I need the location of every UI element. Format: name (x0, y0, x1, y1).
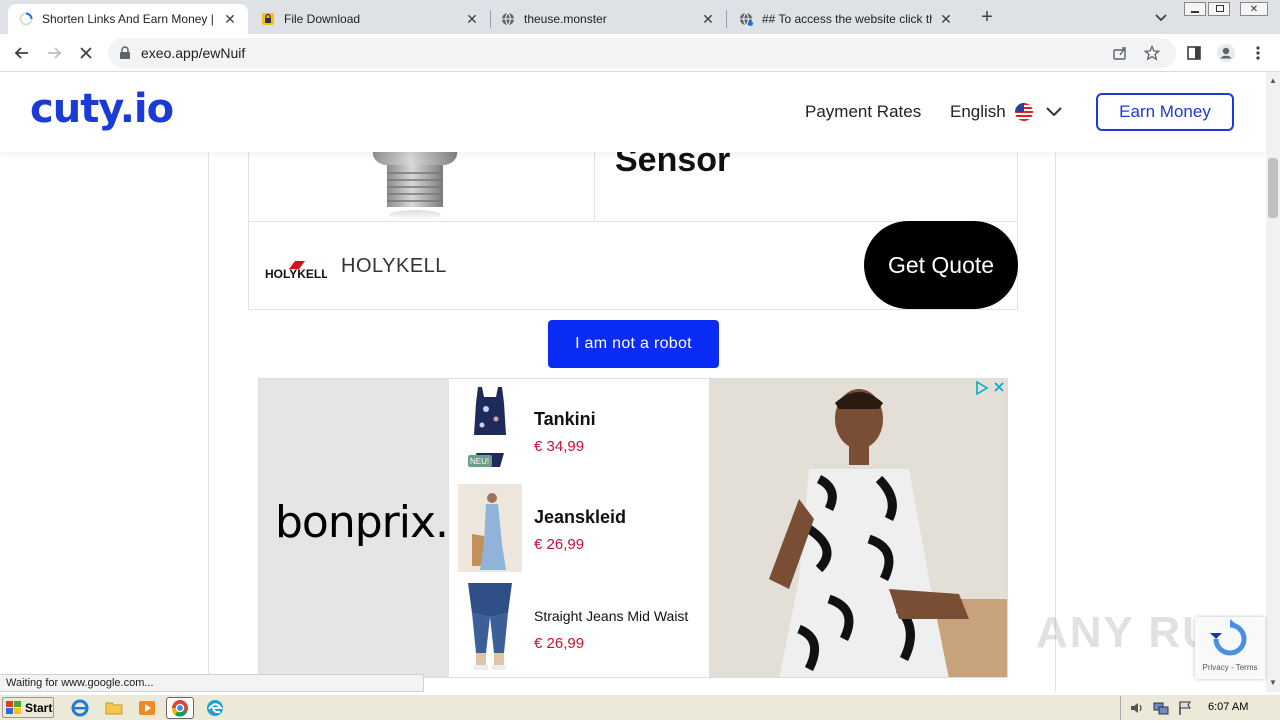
adchoices-controls[interactable] (975, 381, 1005, 395)
tab-title: ## To access the website click the "Allo… (762, 12, 932, 26)
tab-theuse[interactable]: theuse.monster ✕ (490, 4, 726, 34)
content-column: Sensor HOLYKELL HOLYKELL Get Quote I am … (208, 132, 1056, 692)
profile-avatar-icon[interactable] (1214, 41, 1238, 65)
brand-name: HOLYKELL (341, 255, 447, 277)
browser-toolbar: exeo.app/ewNuif (0, 34, 1280, 72)
flag-icon[interactable] (1177, 700, 1193, 721)
loading-spinner-icon (18, 11, 34, 27)
close-tab-icon[interactable]: ✕ (464, 11, 480, 27)
menu-kebab-icon[interactable] (1246, 41, 1270, 65)
recaptcha-icon (1210, 619, 1247, 656)
edge-icon[interactable] (205, 698, 225, 718)
chevron-down-icon[interactable] (1044, 104, 1064, 125)
holykell-logo: HOLYKELL (265, 259, 329, 286)
page-viewport: cuty.io Payment Rates English Earn Money… (0, 72, 1266, 692)
ad-item-name[interactable]: Straight Jeans Mid Waist (534, 608, 688, 624)
neu-badge: NEU! (470, 457, 489, 466)
close-tab-icon[interactable]: ✕ (938, 11, 954, 27)
lock-icon[interactable] (119, 46, 131, 65)
ad-close-icon (994, 382, 1004, 392)
bonprix-ad-banner[interactable]: bonprix. NEU! Tankini € 34,99 Jeanskleid… (258, 378, 1008, 678)
tab-file-download[interactable]: File Download ✕ (250, 4, 490, 34)
close-tab-icon[interactable]: ✕ (700, 11, 716, 27)
close-window-button[interactable]: ✕ (1240, 2, 1268, 16)
tab-search-chevron-icon[interactable] (1152, 8, 1170, 26)
windows-logo-icon (6, 700, 21, 714)
jeans-image[interactable] (458, 583, 522, 671)
not-a-robot-button[interactable]: I am not a robot (548, 320, 719, 368)
bookmark-star-icon[interactable] (1143, 44, 1161, 66)
lock-file-icon (260, 11, 276, 27)
share-icon[interactable] (1112, 45, 1128, 66)
ad-item-price: € 34,99 (534, 438, 585, 455)
ad-item-price: € 26,99 (534, 536, 585, 553)
tankini-image[interactable]: NEU! (458, 385, 522, 473)
chrome-icon (171, 700, 188, 717)
stop-loading-icon[interactable] (74, 41, 98, 65)
language-selector[interactable]: English (950, 102, 1006, 122)
get-quote-button[interactable]: Get Quote (864, 221, 1018, 309)
status-bar: Waiting for www.google.com... (0, 674, 424, 692)
tab-title: File Download (284, 12, 361, 26)
ad-item-name[interactable]: Jeanskleid (534, 507, 626, 528)
restore-button[interactable] (1208, 2, 1230, 16)
ad-item-price: € 26,99 (534, 635, 585, 652)
forward-arrow-icon[interactable] (42, 41, 66, 65)
minimize-button[interactable] (1184, 2, 1206, 16)
nav-payment-rates[interactable]: Payment Rates (805, 102, 921, 122)
browser-tab-strip: Shorten Links And Earn Money | cuty.io ✕… (0, 0, 1280, 34)
scroll-down-arrow-icon[interactable]: ▼ (1269, 678, 1277, 687)
close-tab-icon[interactable]: ✕ (222, 11, 238, 27)
media-player-icon[interactable] (137, 698, 157, 718)
globe-icon (738, 11, 754, 27)
side-panel-icon[interactable] (1182, 41, 1206, 65)
ad-item-name[interactable]: Tankini (534, 409, 596, 430)
new-tab-button[interactable]: + (976, 6, 998, 28)
url-text: exeo.app/ewNuif (141, 45, 246, 61)
sponsored-product-card[interactable]: Sensor HOLYKELL HOLYKELL Get Quote (248, 132, 1018, 310)
network-icon[interactable] (1153, 700, 1169, 721)
holykell-logo-text: HOLYKELL (265, 267, 327, 281)
ad-model-photo[interactable] (709, 379, 1007, 677)
tab-title: Shorten Links And Earn Money | cuty.io (42, 12, 216, 26)
address-bar[interactable]: exeo.app/ewNuif (108, 38, 1176, 68)
language-label: English (950, 102, 1006, 121)
system-tray (1120, 696, 1280, 720)
internet-explorer-icon[interactable] (70, 698, 90, 718)
site-header: cuty.io Payment Rates English Earn Money (0, 72, 1266, 152)
tab-title: theuse.monster (524, 12, 607, 26)
tab-cuty[interactable]: Shorten Links And Earn Money | cuty.io ✕ (8, 4, 248, 34)
recaptcha-badge[interactable]: Privacy - Terms (1195, 617, 1265, 679)
vertical-scrollbar[interactable]: ▲ ▼ (1266, 72, 1280, 692)
folder-icon[interactable] (104, 698, 124, 718)
earn-money-button[interactable]: Earn Money (1096, 93, 1234, 131)
globe-icon (500, 11, 516, 27)
tab-separator (726, 10, 727, 28)
cuty-logo[interactable]: cuty.io (30, 86, 174, 132)
bonprix-logo: bonprix. (275, 497, 449, 548)
volume-icon[interactable] (1129, 700, 1145, 721)
jeanskleid-image[interactable] (458, 484, 522, 572)
taskbar-clock: 6:07 AM (1208, 701, 1249, 713)
start-label: Start (25, 700, 53, 715)
windows-taskbar: Start 6:07 AM (0, 694, 1280, 720)
ad-brand-panel: bonprix. (259, 379, 449, 677)
adchoices-icon (976, 381, 989, 395)
tab-allow-prompt[interactable]: ## To access the website click the "Allo… (728, 4, 964, 34)
recaptcha-privacy-terms[interactable]: Privacy - Terms (1195, 663, 1265, 672)
us-flag-icon (1014, 102, 1034, 122)
start-button[interactable]: Start (2, 697, 54, 718)
scroll-up-arrow-icon[interactable]: ▲ (1269, 76, 1277, 85)
back-arrow-icon[interactable] (10, 41, 34, 65)
scrollbar-thumb[interactable] (1268, 158, 1278, 218)
chrome-taskbar-button[interactable] (166, 697, 194, 719)
